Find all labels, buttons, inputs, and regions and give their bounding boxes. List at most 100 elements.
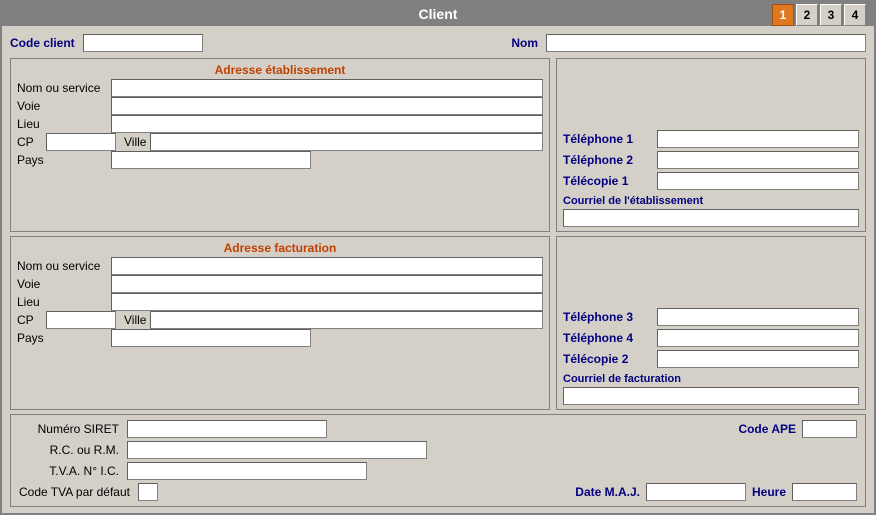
fax2-row: Télécopie 2	[563, 350, 859, 368]
etab-right-panel: Téléphone 1 Téléphone 2 Télécopie 1 Cour…	[556, 58, 866, 232]
courriel-fact-input[interactable]	[563, 387, 859, 405]
etab-voie-label: Voie	[17, 99, 107, 113]
fact-voie-label: Voie	[17, 277, 107, 291]
date-maj-label: Date M.A.J.	[575, 485, 640, 499]
heure-input[interactable]	[792, 483, 857, 501]
fact-nom-row: Nom ou service	[17, 257, 543, 275]
siret-input[interactable]	[127, 420, 327, 438]
tel4-label: Téléphone 4	[563, 331, 653, 345]
etab-cp-input[interactable]	[46, 133, 116, 151]
etab-cp-label: CP	[17, 135, 42, 149]
code-tva-input[interactable]	[138, 483, 158, 501]
code-client-input[interactable]	[83, 34, 203, 52]
fact-lieu-label: Lieu	[17, 295, 107, 309]
fact-lieu-input[interactable]	[111, 293, 543, 311]
tel1-row: Téléphone 1	[563, 130, 859, 148]
etab-lieu-label: Lieu	[17, 117, 107, 131]
tel2-row: Téléphone 2	[563, 151, 859, 169]
etab-voie-row: Voie	[17, 97, 543, 115]
date-maj-input[interactable]	[646, 483, 746, 501]
rc-row: R.C. ou R.M.	[19, 441, 857, 459]
tel2-input[interactable]	[657, 151, 859, 169]
fact-lieu-row: Lieu	[17, 293, 543, 311]
fact-ville-input[interactable]	[150, 311, 543, 329]
rc-input[interactable]	[127, 441, 427, 459]
top-row: Code client Nom	[10, 32, 866, 54]
fax1-label: Télécopie 1	[563, 174, 653, 188]
tab-group: 1 2 3 4	[772, 4, 866, 26]
left-column: Adresse établissement Nom ou service Voi…	[10, 58, 550, 410]
etab-cp-row: CP Ville	[17, 133, 543, 151]
code-ape-label: Code APE	[738, 422, 796, 436]
etab-voie-input[interactable]	[111, 97, 543, 115]
tel4-row: Téléphone 4	[563, 329, 859, 347]
fact-pays-label: Pays	[17, 331, 107, 345]
fax1-input[interactable]	[657, 172, 859, 190]
code-client-label: Code client	[10, 36, 75, 50]
etab-ville-label: Ville	[124, 135, 146, 149]
courriel-etab-input[interactable]	[563, 209, 859, 227]
tel3-label: Téléphone 3	[563, 310, 653, 324]
address-areas: Adresse établissement Nom ou service Voi…	[10, 58, 866, 410]
tel3-input[interactable]	[657, 308, 859, 326]
etab-nom-input[interactable]	[111, 79, 543, 97]
etab-nom-row: Nom ou service	[17, 79, 543, 97]
rc-label: R.C. ou R.M.	[19, 443, 119, 457]
tab-2[interactable]: 2	[796, 4, 818, 26]
fact-nom-input[interactable]	[111, 257, 543, 275]
nom-input[interactable]	[546, 34, 866, 52]
tel1-input[interactable]	[657, 130, 859, 148]
etab-lieu-input[interactable]	[111, 115, 543, 133]
etab-ville-input[interactable]	[150, 133, 543, 151]
tel3-row: Téléphone 3	[563, 308, 859, 326]
code-tva-row: Code TVA par défaut Date M.A.J. Heure	[19, 483, 857, 501]
tab-1[interactable]: 1	[772, 4, 794, 26]
fax2-label: Télécopie 2	[563, 352, 653, 366]
siret-label: Numéro SIRET	[19, 422, 119, 436]
etab-title: Adresse établissement	[17, 63, 543, 77]
content-area: Code client Nom Adresse établissement No…	[2, 26, 874, 513]
fact-voie-input[interactable]	[111, 275, 543, 293]
code-ape-block: Code APE	[738, 420, 857, 438]
fact-cp-label: CP	[17, 313, 42, 327]
code-ape-input[interactable]	[802, 420, 857, 438]
bottom-section: Numéro SIRET Code APE R.C. ou R.M. T.V.A…	[10, 414, 866, 507]
fact-title: Adresse facturation	[17, 241, 543, 255]
tab-4[interactable]: 4	[844, 4, 866, 26]
etab-pays-row: Pays	[17, 151, 543, 169]
tva-label: T.V.A. N° I.C.	[19, 464, 119, 478]
courriel-fact-block: Courriel de facturation	[563, 371, 859, 405]
etab-pays-label: Pays	[17, 153, 107, 167]
etab-pays-input[interactable]	[111, 151, 311, 169]
window-title: Client	[419, 6, 458, 22]
title-bar: Client 1 2 3 4	[2, 2, 874, 26]
fact-right-panel: Téléphone 3 Téléphone 4 Télécopie 2 Cour…	[556, 236, 866, 410]
fact-pays-row: Pays	[17, 329, 543, 347]
fax2-input[interactable]	[657, 350, 859, 368]
courriel-etab-block: Courriel de l'établissement	[563, 193, 859, 227]
etab-nom-label: Nom ou service	[17, 81, 107, 95]
fact-cp-row: CP Ville	[17, 311, 543, 329]
fact-ville-label: Ville	[124, 313, 146, 327]
tel1-label: Téléphone 1	[563, 132, 653, 146]
fact-voie-row: Voie	[17, 275, 543, 293]
fact-cp-input[interactable]	[46, 311, 116, 329]
tva-row: T.V.A. N° I.C.	[19, 462, 857, 480]
tel4-input[interactable]	[657, 329, 859, 347]
tva-input[interactable]	[127, 462, 367, 480]
tel2-label: Téléphone 2	[563, 153, 653, 167]
fact-section: Adresse facturation Nom ou service Voie …	[10, 236, 550, 410]
main-window: Client 1 2 3 4 Code client Nom Adresse é…	[0, 0, 876, 515]
courriel-etab-label: Courriel de l'établissement	[563, 195, 703, 207]
fax1-row: Télécopie 1	[563, 172, 859, 190]
nom-label: Nom	[511, 36, 538, 50]
heure-label: Heure	[752, 485, 786, 499]
fact-pays-input[interactable]	[111, 329, 311, 347]
courriel-fact-label: Courriel de facturation	[563, 373, 681, 385]
tab-3[interactable]: 3	[820, 4, 842, 26]
fact-nom-label: Nom ou service	[17, 259, 107, 273]
etab-lieu-row: Lieu	[17, 115, 543, 133]
code-tva-label: Code TVA par défaut	[19, 485, 130, 499]
date-heure-block: Date M.A.J. Heure	[575, 483, 857, 501]
siret-row: Numéro SIRET Code APE	[19, 420, 857, 438]
